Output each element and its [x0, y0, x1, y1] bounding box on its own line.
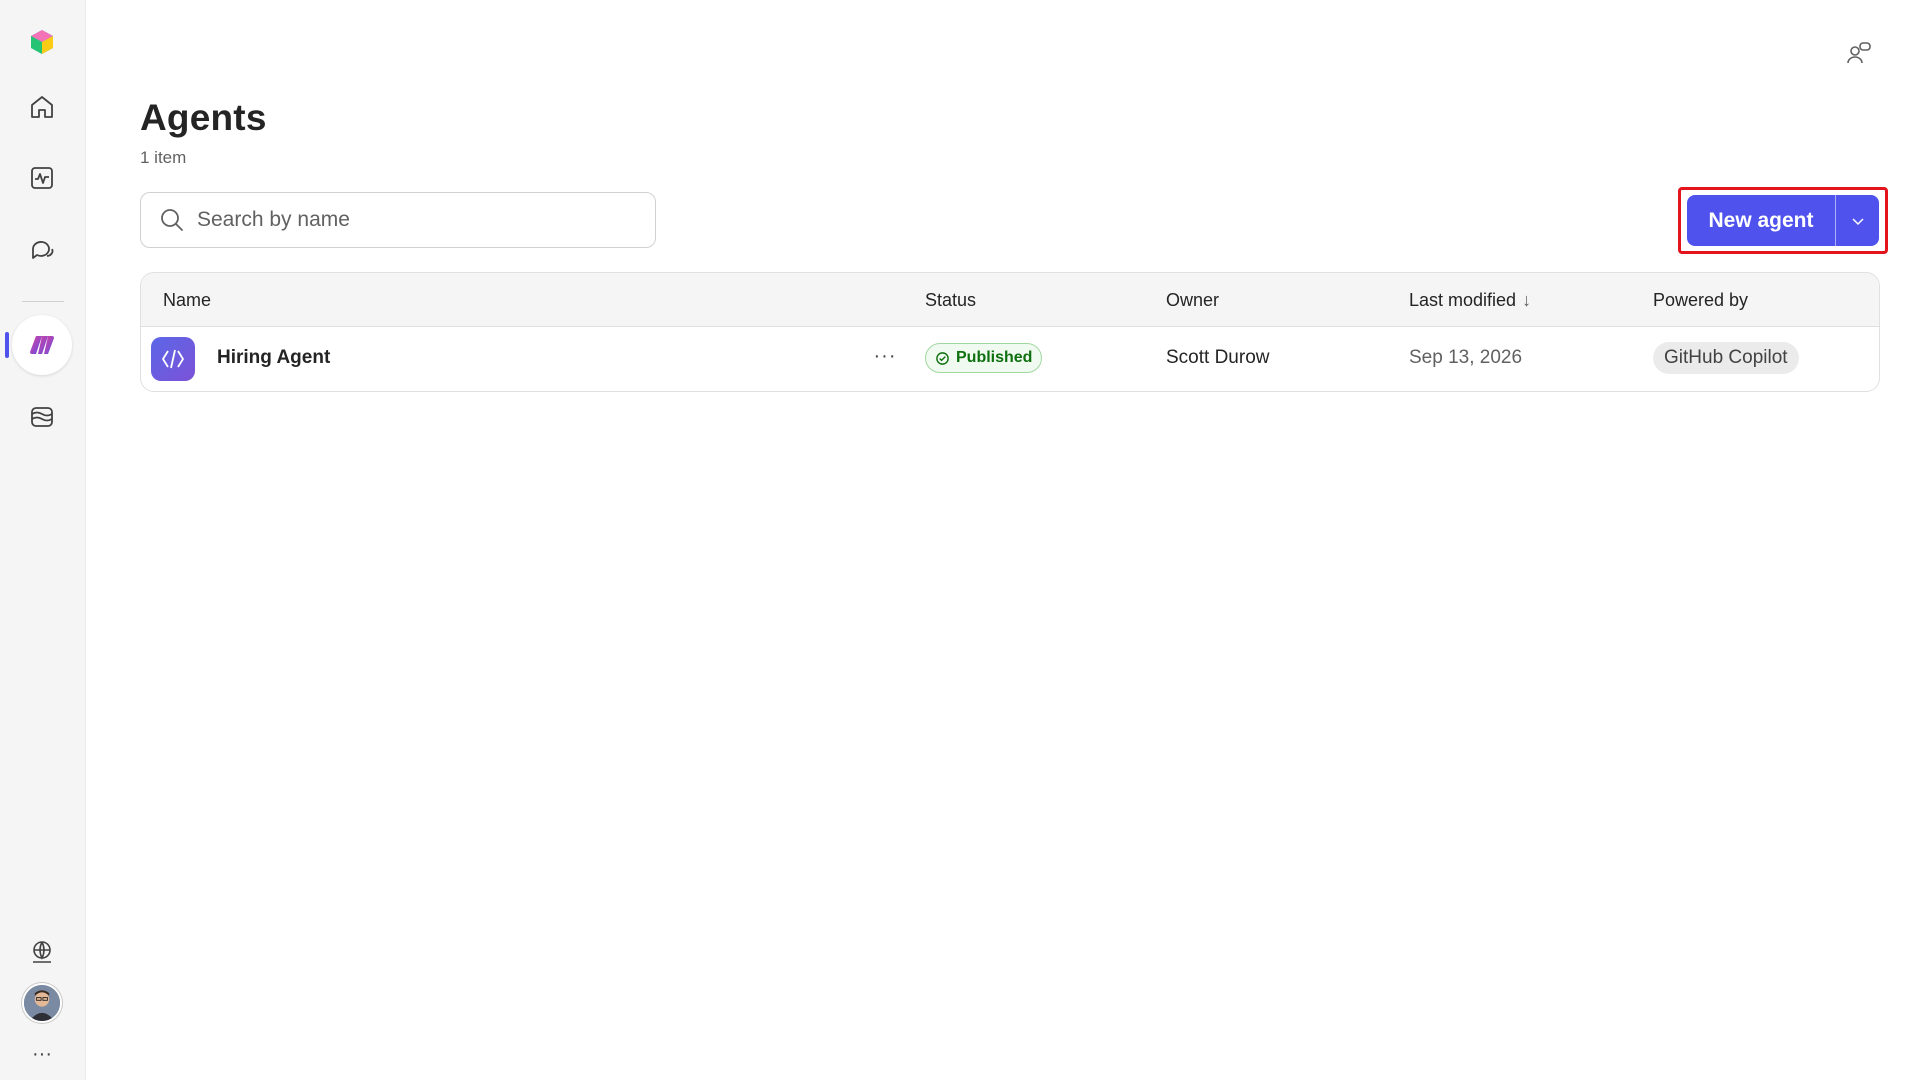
avatar[interactable]	[22, 983, 62, 1023]
new-agent-button[interactable]: New agent	[1687, 195, 1836, 246]
status-badge: Published	[925, 343, 1043, 373]
rail-divider	[22, 301, 64, 302]
more-dots: ···	[32, 1042, 52, 1065]
agents-icon[interactable]	[20, 323, 64, 367]
check-circle-icon	[936, 351, 949, 365]
active-indicator	[5, 332, 9, 358]
home-icon[interactable]	[20, 85, 64, 129]
sort-descending-icon: ↓	[1522, 290, 1532, 310]
column-header-name[interactable]: Name	[163, 290, 211, 311]
item-count: 1 item	[140, 148, 187, 167]
status-label: Published	[956, 349, 1033, 366]
activity-icon[interactable]	[20, 156, 64, 200]
chat-bubbles-icon[interactable]	[20, 228, 64, 272]
main-content: Agents 1 item New agent Name Status Owne…	[86, 0, 1920, 1080]
agents-table: Name Status Owner Last modified ↓ Powered…	[140, 272, 1880, 392]
left-nav-rail: ···	[0, 0, 86, 1080]
search-box[interactable]	[140, 192, 656, 248]
last-modified-date: Sep 13, 2026	[1409, 347, 1523, 368]
more-horizontal-icon[interactable]: ···	[20, 1032, 64, 1076]
globe-network-icon[interactable]	[20, 930, 64, 974]
new-agent-split-button[interactable]: New agent	[1687, 195, 1879, 246]
chevron-down-icon	[1851, 217, 1864, 225]
powered-by-tag: GitHub Copilot	[1653, 342, 1799, 374]
share-people-icon[interactable]	[1844, 38, 1874, 68]
column-header-powered-by[interactable]: Powered by	[1653, 290, 1748, 311]
search-input[interactable]	[197, 208, 637, 232]
column-header-owner[interactable]: Owner	[1166, 290, 1219, 311]
library-icon[interactable]	[20, 395, 64, 439]
table-header: Name Status Owner Last modified ↓ Powered…	[141, 273, 1879, 327]
more-dots-icon: ···	[873, 344, 897, 367]
search-icon	[161, 209, 183, 231]
agent-name-link[interactable]: Hiring Agent	[217, 347, 330, 369]
column-header-last-modified-label: Last modified	[1409, 290, 1517, 310]
new-agent-dropdown[interactable]	[1836, 195, 1879, 246]
row-more-actions-button[interactable]: ···	[868, 339, 902, 373]
table-row[interactable]: Hiring Agent ··· Published Scott Durow S…	[141, 327, 1879, 391]
owner-name: Scott Durow	[1166, 347, 1270, 368]
copilot-logo-icon[interactable]	[20, 20, 64, 64]
page-title: Agents	[140, 97, 267, 138]
code-agent-icon	[151, 337, 195, 381]
column-header-status[interactable]: Status	[925, 290, 976, 311]
column-header-last-modified[interactable]: Last modified ↓	[1409, 290, 1531, 311]
